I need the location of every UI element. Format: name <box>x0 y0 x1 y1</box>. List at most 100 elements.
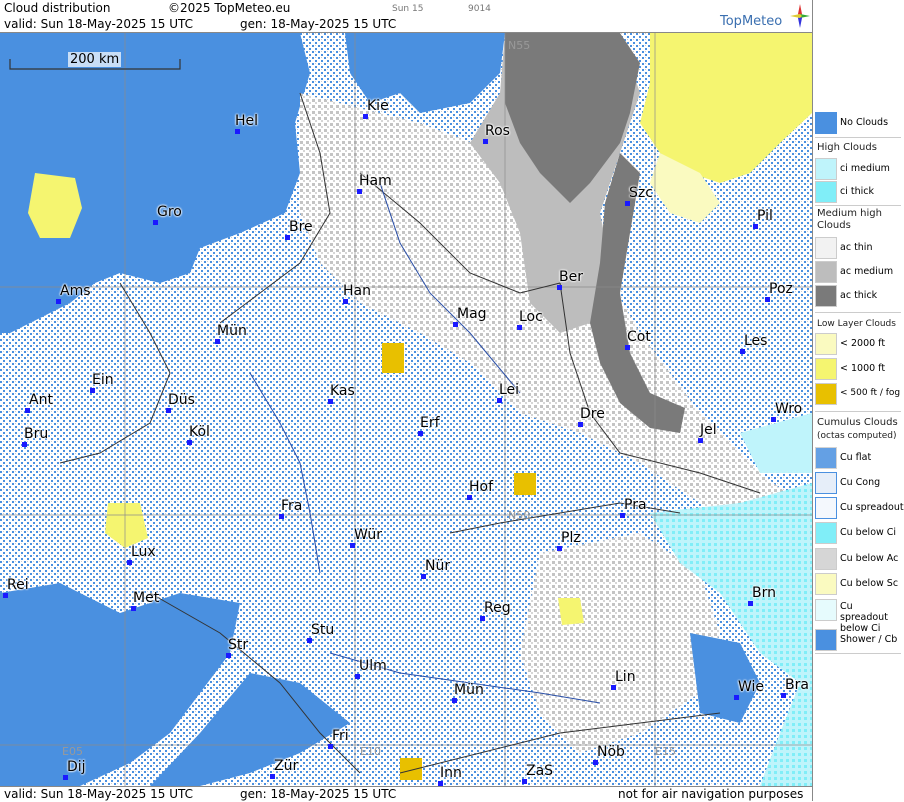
city-dot-icon <box>734 695 739 700</box>
city-label: Zür <box>274 758 299 774</box>
legend-lt2000: < 2000 ft <box>815 333 903 355</box>
city-label: Les <box>744 333 768 349</box>
city-label: Ams <box>60 283 91 299</box>
legend-ac-medium: ac medium <box>815 261 903 283</box>
city-label: Inn <box>440 765 462 781</box>
city-dot-icon <box>611 685 616 690</box>
city-dot-icon <box>357 189 362 194</box>
legend-no-clouds: No Clouds <box>815 112 903 134</box>
city-dot-icon <box>748 601 753 606</box>
footer-disclaimer: not for air navigation purposes <box>618 787 804 801</box>
city-dot-icon <box>355 674 360 679</box>
city-label: Str <box>228 637 249 653</box>
city-label: Lin <box>615 669 636 685</box>
city-label: Ant <box>29 392 53 408</box>
city-label: ZaS <box>526 763 554 779</box>
city-label: Kas <box>330 383 355 399</box>
city-dot-icon <box>279 514 284 519</box>
city-dot-icon <box>781 693 786 698</box>
city-dot-icon <box>452 698 457 703</box>
city-label: Hel <box>235 113 259 129</box>
city-label: Bre <box>289 219 313 235</box>
city-dot-icon <box>522 779 527 784</box>
city-dot-icon <box>131 606 136 611</box>
grid-label-e05: E05 <box>62 745 83 758</box>
city-dot-icon <box>127 560 132 565</box>
city-label: Ein <box>92 372 114 388</box>
city-label: Lei <box>499 382 520 398</box>
legend-sep <box>815 312 901 313</box>
city-dot-icon <box>480 616 485 621</box>
legend-octas: (octas computed) <box>817 431 897 441</box>
city-dot-icon <box>753 224 758 229</box>
city-dot-icon <box>153 220 158 225</box>
city-dot-icon <box>771 417 776 422</box>
city-label: Köl <box>189 424 210 440</box>
swatch-cu-spread <box>815 497 837 519</box>
grid-label-e10: E10 <box>360 745 381 758</box>
city-label: Hof <box>469 479 494 495</box>
city-label: Rei <box>7 577 29 593</box>
legend-label: < 2000 ft <box>840 338 886 349</box>
city-dot-icon <box>363 114 368 119</box>
legend-cumulus-head: Cumulus Clouds <box>817 417 898 428</box>
grid-label-e15: E15 <box>655 745 676 758</box>
legend-lt500: < 500 ft / fog <box>815 383 903 405</box>
legend-label: ci medium <box>840 163 890 174</box>
city-label: Plz <box>561 530 581 546</box>
legend-label: Shower / Cb <box>840 634 898 645</box>
city-dot-icon <box>557 285 562 290</box>
city-dot-icon <box>740 349 745 354</box>
city-dot-icon <box>90 388 95 393</box>
valid-time: valid: Sun 18-May-2025 15 UTC <box>4 17 193 31</box>
copyright: ©2025 TopMeteo.eu <box>168 1 291 15</box>
city-dot-icon <box>25 408 30 413</box>
city-label: Ber <box>559 269 583 285</box>
city-label: Met <box>133 590 160 606</box>
city-label: Han <box>343 283 371 299</box>
legend-label: Cu below Ci <box>840 527 897 538</box>
cloud-map[interactable]: 200 km N55 N50 E05 E10 E15 Kie Hel Ros Ham S… <box>0 33 812 786</box>
city-dot-icon <box>467 495 472 500</box>
legend-label: ci thick <box>840 186 874 197</box>
city-dot-icon <box>453 322 458 327</box>
city-label: Mün <box>217 323 247 339</box>
legend-cu-cong: Cu Cong <box>815 472 903 494</box>
legend-label: < 500 ft / fog <box>840 388 901 398</box>
swatch-ac-thin <box>815 237 837 259</box>
legend-label: Cu below Sc <box>840 578 899 589</box>
city-label: Erf <box>420 415 440 431</box>
city-dot-icon <box>270 774 275 779</box>
city-dot-icon <box>226 653 231 658</box>
legend-label: ac medium <box>840 266 894 277</box>
swatch-cu-below-ac <box>815 548 837 570</box>
gen-time: gen: 18-May-2025 15 UTC <box>240 17 397 31</box>
city-label: Cot <box>627 329 651 345</box>
low-cloud-reg <box>558 598 584 625</box>
city-label: Mün <box>454 682 484 698</box>
legend-cu-below-ci: Cu below Ci <box>815 522 903 544</box>
legend-sep <box>815 653 901 654</box>
legend-ac-thick: ac thick <box>815 285 903 307</box>
legend-label: ac thin <box>840 242 873 253</box>
city-label: Mag <box>457 306 487 322</box>
topmeteo-logo[interactable]: TopMeteo <box>720 4 810 30</box>
city-label: Loc <box>519 309 543 325</box>
city-dot-icon <box>328 744 333 749</box>
legend-shower: Shower / Cb <box>815 629 903 651</box>
city-dot-icon <box>235 129 240 134</box>
city-label: Fra <box>281 498 303 514</box>
city-label: Ros <box>485 123 510 139</box>
legend-label: Cu Cong <box>840 477 881 488</box>
city-dot-icon <box>307 638 312 643</box>
city-dot-icon <box>517 325 522 330</box>
legend-cu-spread-ci: Cu spreadout below Ci <box>815 599 903 634</box>
scale-bar: 200 km <box>8 52 183 71</box>
legend-ci-medium: ci medium <box>815 158 903 180</box>
swatch-shower <box>815 629 837 651</box>
city-label: Wie <box>738 679 765 695</box>
city-label: Ulm <box>359 658 387 674</box>
grid-label-n55: N55 <box>508 39 531 52</box>
cloud-map-canvas <box>0 33 812 786</box>
swatch-ac-medium <box>815 261 837 283</box>
